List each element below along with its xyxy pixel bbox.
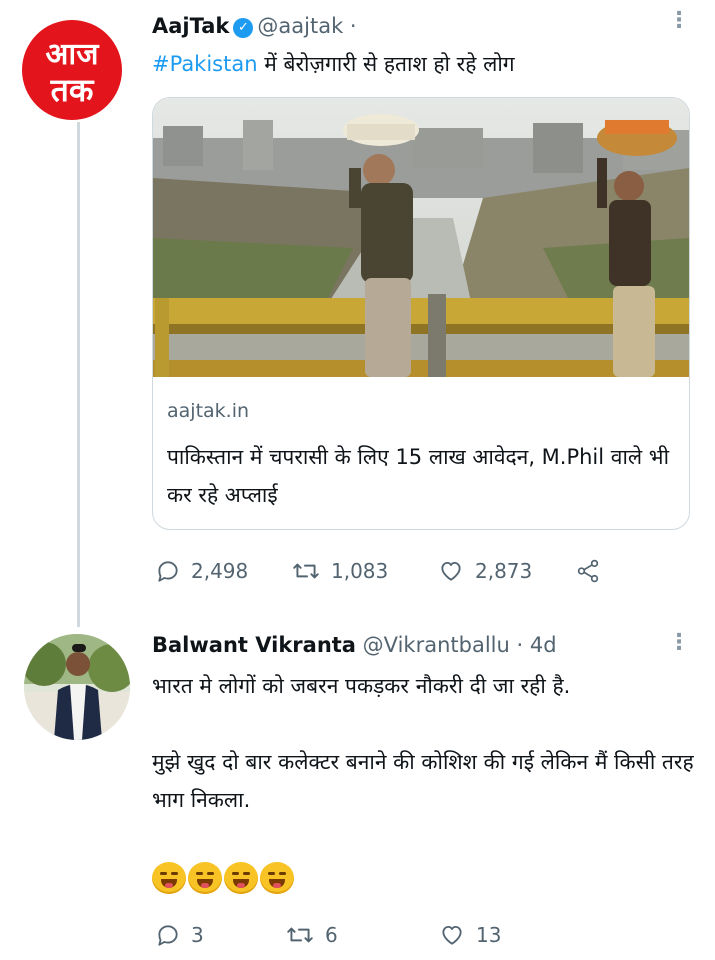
like-button[interactable]: 2,873	[437, 558, 532, 584]
tweet-time[interactable]: · 4d	[516, 633, 556, 657]
heart-icon	[441, 561, 461, 581]
avatar-photo	[24, 634, 130, 740]
tweet-text-body: में बेरोज़गारी से हताश हो रहे लोग	[257, 52, 515, 76]
share-button[interactable]	[575, 558, 601, 584]
retweet-button[interactable]: 1,083	[291, 558, 388, 584]
emoji-row	[152, 862, 294, 894]
reply-icon	[158, 925, 178, 946]
tweet-header: AajTak ✓ @aajtak ·	[152, 14, 357, 38]
like-count-2: 13	[476, 923, 502, 947]
hashtag-link[interactable]: #Pakistan	[152, 52, 258, 76]
like-count: 2,873	[475, 559, 533, 583]
reply-button-2[interactable]: 3	[155, 922, 204, 948]
heart-icon	[442, 925, 462, 945]
card-title: पाकिस्तान में चपरासी के लिए 15 लाख आवेदन…	[167, 445, 670, 507]
retweet-count-2: 6	[325, 923, 338, 947]
author-name-2[interactable]: Balwant Vikranta	[152, 633, 356, 657]
user-avatar[interactable]	[24, 634, 130, 740]
laughing-emoji-icon	[260, 862, 294, 894]
retweet-button-2[interactable]: 6	[285, 922, 338, 948]
aajtak-avatar[interactable]: आज तक	[22, 20, 122, 120]
like-button-2[interactable]: 13	[438, 922, 501, 948]
reply-button[interactable]: 2,498	[155, 558, 248, 584]
reply-count: 2,498	[191, 559, 249, 583]
retweet-icon	[287, 927, 313, 943]
retweet-icon	[293, 563, 319, 579]
author-name[interactable]: AajTak	[152, 14, 229, 38]
tweet-paragraph-1: भारत मे लोगों को जबरन पकड़कर नौकरी दी जा…	[152, 674, 571, 698]
tweet-text-2: भारत मे लोगों को जबरन पकड़कर नौकरी दी जा…	[152, 667, 697, 819]
retweet-count: 1,083	[331, 559, 389, 583]
tweet-paragraph-2: मुझे खुद दो बार कलेक्टर बनाने की कोशिश क…	[152, 750, 694, 812]
reply-icon	[158, 561, 178, 582]
reply-count-2: 3	[191, 923, 204, 947]
laughing-emoji-icon	[188, 862, 222, 894]
avatar-logo-line1: आज	[45, 37, 99, 72]
avatar-logo-line2: तक	[50, 71, 94, 109]
card-image	[153, 98, 689, 377]
more-options-icon-2[interactable]: ⋮	[668, 630, 690, 655]
link-card[interactable]: aajtak.in पाकिस्तान में चपरासी के लिए 15…	[152, 97, 690, 530]
separator: ·	[349, 14, 357, 38]
laughing-emoji-icon	[224, 862, 258, 894]
laughing-emoji-icon	[152, 862, 186, 894]
thread-line	[77, 122, 80, 627]
verified-badge-icon: ✓	[233, 18, 254, 38]
tweet-header-2: Balwant Vikranta @Vikrantballu · 4d	[152, 633, 557, 657]
author-handle-2[interactable]: @Vikrantballu	[363, 633, 510, 657]
more-options-icon[interactable]: ⋮	[668, 8, 690, 33]
card-domain: aajtak.in	[167, 400, 250, 422]
tweet-text: #Pakistan में बेरोज़गारी से हताश हो रहे …	[152, 50, 515, 78]
share-icon	[577, 559, 599, 583]
author-handle[interactable]: @aajtak	[257, 14, 343, 38]
